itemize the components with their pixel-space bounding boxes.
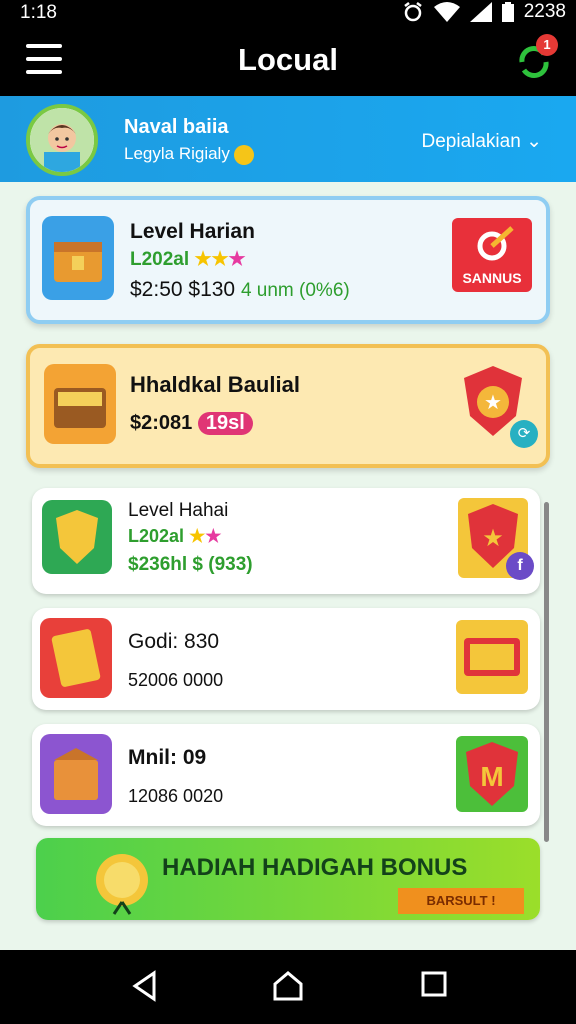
card-title: Level Harian: [130, 220, 255, 243]
card-godi[interactable]: Godi: 830 52006 0000: [32, 608, 540, 710]
back-icon[interactable]: [130, 970, 160, 1002]
card-mnil[interactable]: Mnil: 09 12086 0020 M: [32, 724, 540, 826]
card-level: L202al ★★★: [130, 249, 246, 270]
card-title: Level Hahai: [128, 500, 229, 521]
card-stats: $236hl $ (933): [128, 554, 253, 575]
card-stats: 52006 0000: [128, 670, 224, 690]
card-title: Mnil: 09: [128, 746, 207, 769]
facebook-icon[interactable]: f: [506, 552, 534, 580]
svg-text:★: ★: [484, 392, 502, 414]
shield-icon: [42, 500, 112, 574]
sannus-badge[interactable]: SANNUS: [452, 218, 532, 292]
m-shield-icon: M: [466, 742, 518, 806]
reward-badge[interactable]: M: [456, 736, 528, 812]
profile-dropdown[interactable]: Depialakian ⌄: [422, 130, 543, 153]
ticket-icon: [464, 638, 520, 676]
card-level-harian[interactable]: Level Harian L202al ★★★ $2:50 $130 4 unm…: [26, 196, 550, 324]
home-icon[interactable]: [272, 970, 304, 1002]
sync-button[interactable]: 1: [514, 34, 558, 82]
bonus-banner[interactable]: HADIAH HADIGAH BONUS BARSULT !: [36, 838, 540, 920]
content-area: Level Harian L202al ★★★ $2:50 $130 4 unm…: [0, 182, 576, 950]
card-stats: $2:50 $130 4 unm (0%6): [130, 278, 350, 301]
notification-badge: 1: [536, 34, 558, 56]
profile-subtitle: Legyla Rigialy: [124, 144, 254, 165]
profile-bar: Naval baiia Legyla Rigialy Depialakian ⌄: [0, 96, 576, 182]
avatar[interactable]: [26, 104, 98, 176]
chest-tools-icon: [44, 364, 116, 444]
card-level: L202al ★★: [128, 526, 222, 546]
bonus-title: HADIAH HADIGAH BONUS: [162, 854, 468, 881]
coin-icon: [233, 144, 254, 165]
card-title: Hhaldkal Baulial: [130, 372, 300, 397]
scrollbar[interactable]: [544, 502, 549, 842]
status-bar: 1:18 2238: [0, 0, 576, 26]
chevron-down-icon: ⌄: [526, 131, 542, 152]
wifi-icon: [433, 2, 460, 22]
app-title: Locual: [238, 42, 338, 77]
app-bar: Locual 1: [0, 26, 576, 96]
reward-badge[interactable]: [456, 620, 528, 694]
card-hhaldkal-baulial[interactable]: Hhaldkal Baulial $2:081 19sl ★ ⟳: [26, 344, 550, 468]
status-time: 1:18: [20, 2, 57, 23]
card-stats: 12086 0020: [128, 786, 224, 806]
svg-text:★: ★: [482, 525, 504, 552]
gold-coupon-icon: [40, 618, 112, 698]
refresh-icon[interactable]: ⟳: [510, 420, 538, 448]
signal-icon: [469, 2, 492, 22]
stars-icon: ★★★: [194, 249, 246, 270]
card-amount: $2:081 19sl: [130, 412, 253, 435]
card-level-hahai[interactable]: Level Hahai L202al ★★ $236hl $ (933) ★ f: [32, 488, 540, 594]
recents-icon[interactable]: [420, 970, 448, 998]
card-title: Godi: 830: [128, 630, 220, 653]
amount-pill: 19sl: [197, 412, 253, 435]
box-icon: [40, 734, 112, 814]
avatar-face-icon: [30, 108, 94, 172]
battery-icon: [501, 2, 514, 22]
cup-icon: [96, 854, 148, 915]
bonus-ribbon[interactable]: BARSULT !: [398, 888, 524, 914]
navigation-bar: [0, 950, 576, 1024]
profile-name: Naval baiia: [124, 116, 229, 138]
alarm-icon: [403, 2, 422, 22]
treasure-chest-icon: [42, 216, 114, 300]
stars-icon: ★★: [189, 526, 222, 546]
status-battery: 2238: [523, 1, 566, 22]
svg-text:M: M: [480, 761, 503, 792]
